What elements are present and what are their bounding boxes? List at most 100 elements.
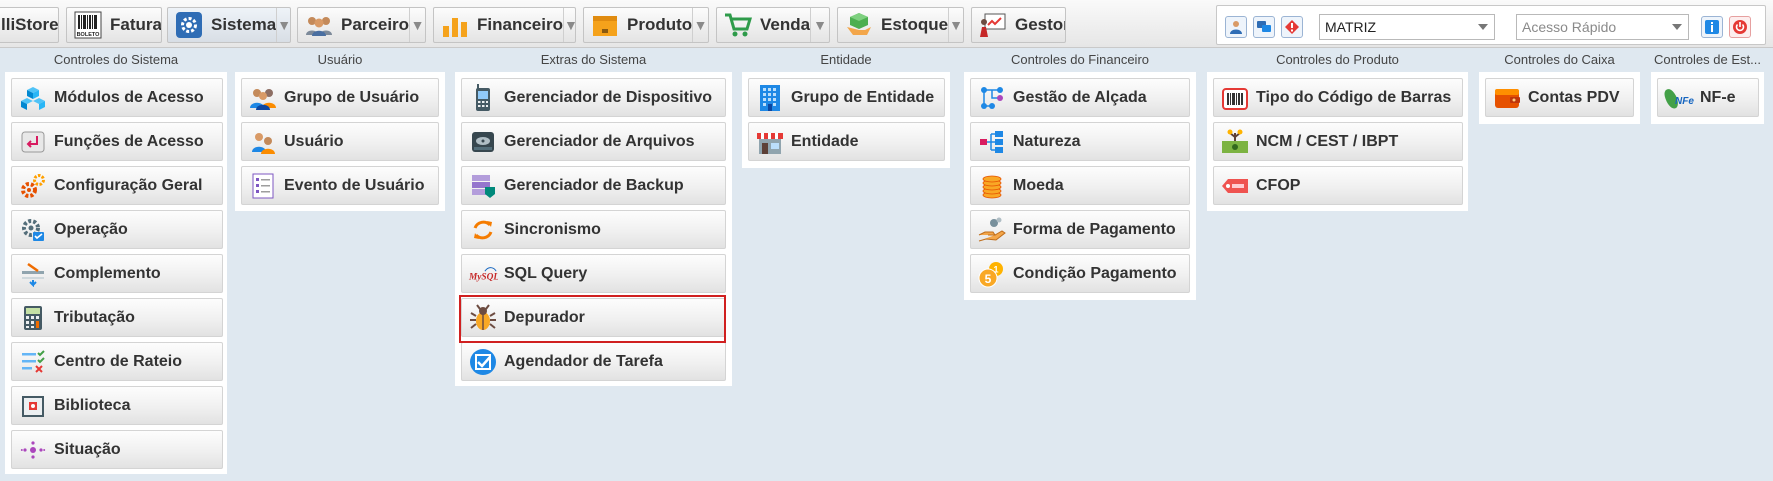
building-icon — [755, 83, 785, 113]
tab-sistema[interactable]: Sistema ▼ — [167, 7, 291, 43]
money-tree-icon — [1220, 127, 1250, 157]
menu-item-operacao[interactable]: Operação — [11, 210, 223, 249]
menu-item-gestao-alcada[interactable]: Gestão de Alçada — [970, 78, 1190, 117]
menu-item-label: Grupo de Entidade — [791, 88, 935, 106]
coins-number-icon: 51 — [977, 259, 1007, 289]
wallet-icon — [1492, 83, 1522, 113]
menu-item-ncm-cest-ibpt[interactable]: NCM / CEST / IBPT — [1213, 122, 1463, 161]
menu-item-tipo-codigo-barras[interactable]: Tipo do Código de Barras — [1213, 78, 1463, 117]
menu-item-label: Agendador de Tarefa — [504, 352, 663, 370]
chevron-down-icon — [1672, 24, 1682, 30]
menu-item-grupo-usuario[interactable]: Grupo de Usuário — [241, 78, 439, 117]
quick-access-select[interactable]: Acesso Rápido — [1516, 14, 1689, 40]
group-usuario: Grupo de Usuário Usuário Evento de Usuár… — [235, 72, 445, 211]
menu-item-contas-pdv[interactable]: Contas PDV — [1485, 78, 1634, 117]
tab-store[interactable]: lliStore — [0, 7, 59, 43]
menu-item-situacao[interactable]: Situação — [11, 430, 223, 469]
menu-item-label: Tributação — [54, 308, 135, 326]
tab-gestor[interactable]: Gestor — [971, 7, 1066, 43]
group-title-controles-sistema: Controles do Sistema — [53, 52, 179, 67]
menu-item-biblioteca[interactable]: Biblioteca — [11, 386, 223, 425]
menu-item-natureza[interactable]: Natureza — [970, 122, 1190, 161]
tab-label: Gestor — [1015, 15, 1066, 34]
group-title-controles-estoque: Controles de Est... — [1654, 52, 1761, 67]
gear-icon — [174, 10, 204, 40]
menu-item-label: SQL Query — [504, 264, 588, 282]
list-check-icon — [18, 347, 48, 377]
menu-item-complemento[interactable]: Complemento — [11, 254, 223, 293]
menu-item-configuracao-geral[interactable]: Configuração Geral — [11, 166, 223, 205]
menu-item-modulos-acesso[interactable]: Módulos de Acesso — [11, 78, 223, 117]
bar-chart-icon — [440, 10, 470, 40]
tab-parceiro[interactable]: Parceiro ▼ — [297, 7, 426, 43]
info-icon[interactable] — [1701, 16, 1723, 38]
menu-item-label: Natureza — [1013, 132, 1081, 150]
mysql-text: MySQL — [468, 272, 498, 282]
checklist-icon — [248, 171, 278, 201]
tag-icon — [1220, 171, 1250, 201]
tab-financeiro[interactable]: Financeiro ▼ — [433, 7, 576, 43]
calculator-icon — [18, 303, 48, 333]
boleto-text: BOLETO — [77, 32, 101, 38]
menu-item-cfop[interactable]: CFOP — [1213, 166, 1463, 205]
group-title-usuario: Usuário — [317, 52, 363, 67]
menu-item-grupo-entidade[interactable]: Grupo de Entidade — [748, 78, 945, 117]
menu-item-entidade[interactable]: Entidade — [748, 122, 945, 161]
tab-label: lliStore — [1, 15, 59, 34]
company-select-value: MATRIZ — [1325, 19, 1377, 35]
menu-item-nfe[interactable]: NFe NF-e — [1657, 78, 1759, 117]
tab-fatura[interactable]: BOLETO Fatura — [66, 7, 162, 43]
menu-item-label: Módulos de Acesso — [54, 88, 204, 106]
top-navigation-bar: lliStore BOLETO Fatura Sistema ▼ Parceir… — [0, 0, 1773, 48]
menu-item-gerenciador-dispositivo[interactable]: Gerenciador de Dispositivo — [461, 78, 726, 117]
chevron-down-icon[interactable]: ▼ — [810, 8, 829, 42]
menu-item-centro-rateio[interactable]: Centro de Rateio — [11, 342, 223, 381]
tab-estoque[interactable]: Estoque ▼ — [837, 7, 964, 43]
coins-icon — [977, 171, 1007, 201]
chevron-down-icon[interactable]: ▼ — [948, 8, 963, 42]
menu-item-label: Funções de Acesso — [54, 132, 204, 150]
menu-item-moeda[interactable]: Moeda — [970, 166, 1190, 205]
warning-icon[interactable] — [1281, 16, 1303, 38]
gear-check-icon — [18, 215, 48, 245]
menu-item-label: Evento de Usuário — [284, 176, 425, 194]
checkbox-task-icon — [468, 347, 498, 377]
menu-item-label: Biblioteca — [54, 396, 131, 414]
chevron-down-icon[interactable]: ▼ — [562, 8, 575, 42]
menu-item-evento-usuario[interactable]: Evento de Usuário — [241, 166, 439, 205]
menu-item-funcoes-acesso[interactable]: Funções de Acesso — [11, 122, 223, 161]
chevron-down-icon[interactable]: ▼ — [692, 8, 708, 42]
menu-item-gerenciador-backup[interactable]: Gerenciador de Backup — [461, 166, 726, 205]
group-controles-estoque: NFe NF-e — [1651, 72, 1764, 124]
menu-item-usuario[interactable]: Usuário — [241, 122, 439, 161]
chevron-down-icon[interactable]: ▼ — [409, 8, 425, 42]
menu-item-agendador-tarefa[interactable]: Agendador de Tarefa — [461, 342, 726, 381]
library-icon — [18, 391, 48, 421]
menu-item-condicao-pagamento[interactable]: 51 Condição Pagamento — [970, 254, 1190, 293]
company-select[interactable]: MATRIZ — [1319, 14, 1495, 40]
chevron-down-icon[interactable]: ▼ — [276, 8, 290, 42]
menu-item-label: Entidade — [791, 132, 859, 150]
workflow-icon — [977, 83, 1007, 113]
group-entidade: Grupo de Entidade Entidade — [742, 72, 950, 168]
menu-item-label: Gestão de Alçada — [1013, 88, 1147, 106]
chat-icon[interactable] — [1253, 16, 1275, 38]
tab-produto[interactable]: Produto ▼ — [583, 7, 709, 43]
menu-item-tributacao[interactable]: Tributação — [11, 298, 223, 337]
svg-text:1: 1 — [993, 264, 998, 274]
sync-icon — [468, 215, 498, 245]
user-profile-icon[interactable] — [1225, 16, 1247, 38]
power-icon[interactable] — [1729, 16, 1751, 38]
menu-item-label: Gerenciador de Dispositivo — [504, 88, 713, 106]
menu-item-gerenciador-arquivos[interactable]: Gerenciador de Arquivos — [461, 122, 726, 161]
menu-item-sincronismo[interactable]: Sincronismo — [461, 210, 726, 249]
group-title-extras-sistema: Extras do Sistema — [540, 52, 647, 67]
tab-label: Venda — [760, 15, 811, 34]
group-title-entidade: Entidade — [820, 52, 872, 67]
tab-venda[interactable]: Venda ▼ — [716, 7, 830, 43]
user-icon — [248, 127, 278, 157]
store-front-icon — [755, 127, 785, 157]
menu-item-sql-query[interactable]: MySQL SQL Query — [461, 254, 726, 293]
menu-item-forma-pagamento[interactable]: Forma de Pagamento — [970, 210, 1190, 249]
menu-item-label: Centro de Rateio — [54, 352, 183, 370]
